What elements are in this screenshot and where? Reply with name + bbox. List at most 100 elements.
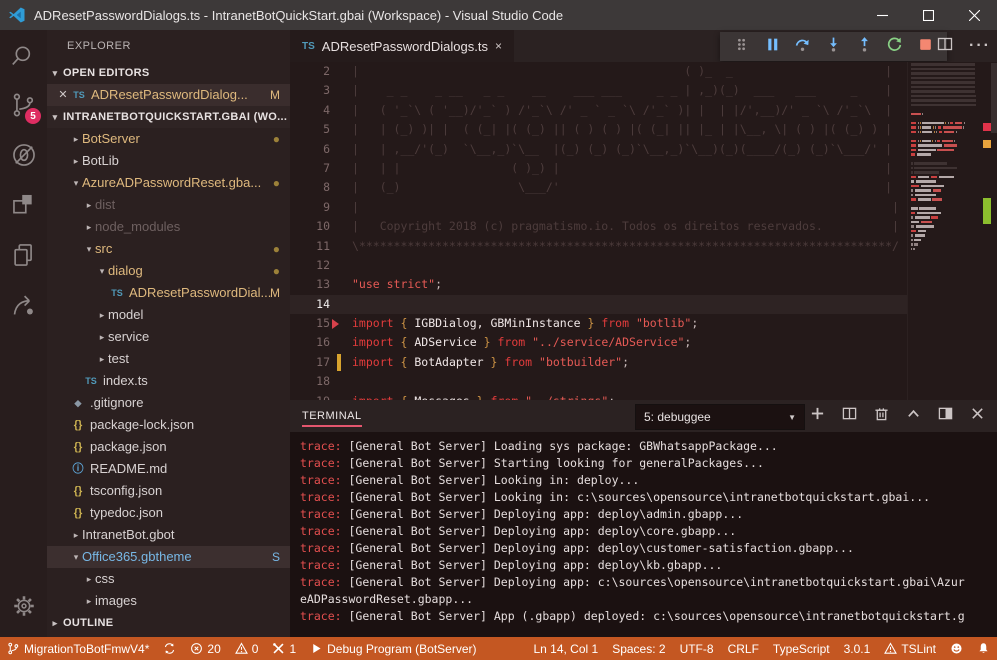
tree-folder-dist[interactable]: ▸dist bbox=[47, 194, 290, 216]
tree-folder-node-modules[interactable]: ▸node_modules bbox=[47, 216, 290, 238]
kill-terminal-icon[interactable] bbox=[874, 406, 889, 426]
typescript-file-icon: TS bbox=[71, 84, 87, 106]
toggle-panel-icon[interactable] bbox=[938, 406, 953, 426]
tree-file-package-lock-json[interactable]: {}package-lock.json bbox=[47, 414, 290, 436]
status-branch[interactable]: MigrationToBotFmwV4* bbox=[0, 637, 156, 660]
tree-folder-botlib[interactable]: ▸BotLib bbox=[47, 150, 290, 172]
tree-file-typedoc-json[interactable]: {}typedoc.json bbox=[47, 502, 290, 524]
grip-icon[interactable] bbox=[733, 36, 750, 58]
step-out-icon[interactable] bbox=[856, 36, 873, 58]
code-line[interactable]: 17import { BotAdapter } from "botbuilder… bbox=[290, 353, 997, 372]
code-line[interactable]: 4| ( '_`\ ( '__)/'_` ) /'_`\ /' _ ` _ `\… bbox=[290, 101, 997, 120]
close-button[interactable] bbox=[951, 0, 997, 30]
code-line[interactable]: 16import { ADService } from "../service/… bbox=[290, 333, 997, 352]
split-terminal-icon[interactable] bbox=[842, 406, 857, 426]
tab-terminal[interactable]: TERMINAL bbox=[302, 400, 362, 432]
pause-icon[interactable] bbox=[764, 36, 781, 58]
tree-folder-intranetbot-gbot[interactable]: ▸IntranetBot.gbot bbox=[47, 524, 290, 546]
status-warning[interactable]: TSLint bbox=[877, 637, 943, 660]
status-error[interactable]: 20 bbox=[183, 637, 227, 660]
tree-folder-images[interactable]: ▸images bbox=[47, 590, 290, 612]
tree-folder-src[interactable]: ▾src● bbox=[47, 238, 290, 260]
restart-icon[interactable] bbox=[886, 36, 903, 58]
code-line[interactable]: 5| | (_) )| | ( (_| |( (_) || ( ) ( ) |(… bbox=[290, 120, 997, 139]
status-3-0-1[interactable]: 3.0.1 bbox=[837, 637, 878, 660]
code-line[interactable]: 19import { Messages } from "../strings"; bbox=[290, 392, 997, 400]
line-number: 8 bbox=[290, 178, 330, 197]
search-icon[interactable] bbox=[0, 30, 47, 80]
status-item-label: Spaces: 2 bbox=[612, 642, 665, 656]
status-play[interactable]: Debug Program (BotServer) bbox=[303, 637, 483, 660]
tree-folder-css[interactable]: ▸css bbox=[47, 568, 290, 590]
code-line[interactable]: 12 bbox=[290, 256, 997, 275]
step-into-icon[interactable] bbox=[825, 36, 842, 58]
maximize-panel-icon[interactable] bbox=[906, 406, 921, 426]
status-crlf[interactable]: CRLF bbox=[721, 637, 766, 660]
typescript-file-icon: TS bbox=[109, 282, 125, 304]
code-line[interactable]: 13"use strict"; bbox=[290, 275, 997, 294]
terminal-selector-dropdown[interactable]: 5: debuggee▼ bbox=[635, 404, 805, 430]
code-line[interactable]: 2| ( )_ _ | bbox=[290, 62, 997, 81]
tree-file-package-json[interactable]: {}package.json bbox=[47, 436, 290, 458]
code-line[interactable]: 11\*************************************… bbox=[290, 237, 997, 256]
status-bell[interactable] bbox=[970, 637, 997, 660]
tree-folder-botserver[interactable]: ▸BotServer● bbox=[47, 128, 290, 150]
settings-gear-icon[interactable] bbox=[0, 581, 47, 631]
tab-adresetpassworddialogs[interactable]: TS ADResetPasswordDialogs.ts × bbox=[290, 30, 514, 62]
terminal-output[interactable]: trace: [General Bot Server] Loading sys … bbox=[300, 438, 993, 637]
code-line[interactable]: 18 bbox=[290, 372, 997, 391]
minimize-button[interactable] bbox=[859, 0, 905, 30]
files-icon[interactable] bbox=[0, 230, 47, 280]
tree-folder-test[interactable]: ▸test bbox=[47, 348, 290, 370]
extensions-icon[interactable] bbox=[0, 180, 47, 230]
tree-item-label: images bbox=[95, 590, 137, 612]
tree-folder-azureadpasswordreset-gba-[interactable]: ▾AzureADPasswordReset.gba...● bbox=[47, 172, 290, 194]
tree-file-index-ts[interactable]: TSindex.ts bbox=[47, 370, 290, 392]
status-item-label: Ln 14, Col 1 bbox=[533, 642, 598, 656]
maximize-button[interactable] bbox=[905, 0, 951, 30]
split-editor-icon[interactable] bbox=[937, 36, 953, 57]
more-actions-icon[interactable]: ··· bbox=[969, 37, 991, 55]
tree-file-tsconfig-json[interactable]: {}tsconfig.json bbox=[47, 480, 290, 502]
editor-scrollbar[interactable] bbox=[991, 63, 997, 133]
stop-icon[interactable] bbox=[917, 36, 934, 58]
current-code-line[interactable]: 14 bbox=[290, 295, 997, 314]
status-typescript[interactable]: TypeScript bbox=[766, 637, 837, 660]
close-tab-icon[interactable]: × bbox=[495, 39, 502, 53]
debug-icon[interactable] bbox=[0, 130, 47, 180]
open-editors-header[interactable]: ▾OPEN EDITORS bbox=[47, 62, 290, 84]
status-tools[interactable]: 1 bbox=[265, 637, 303, 660]
tree-folder-office365-gbtheme[interactable]: ▾Office365.gbthemeS bbox=[47, 546, 290, 568]
minimap[interactable] bbox=[907, 62, 980, 400]
status-ln-14-col-1[interactable]: Ln 14, Col 1 bbox=[526, 637, 605, 660]
code-line[interactable]: 8| (_) \___/' | bbox=[290, 178, 997, 197]
workspace-header[interactable]: ▾INTRANETBOTQUICKSTART.GBAI (WO... bbox=[47, 106, 290, 128]
tree-file-readme-md[interactable]: ⓘREADME.md bbox=[47, 458, 290, 480]
tree-file--gitignore[interactable]: ◆.gitignore bbox=[47, 392, 290, 414]
new-terminal-icon[interactable] bbox=[810, 406, 825, 426]
close-panel-icon[interactable] bbox=[970, 406, 985, 426]
open-editor-item[interactable]: ✕ TS ADResetPasswordDialog... M bbox=[47, 84, 290, 106]
status-smiley[interactable] bbox=[943, 637, 970, 660]
tree-file-adresetpassworddial-[interactable]: TSADResetPasswordDial...M bbox=[47, 282, 290, 304]
tree-folder-service[interactable]: ▸service bbox=[47, 326, 290, 348]
step-over-icon[interactable] bbox=[794, 36, 811, 58]
status-utf-8[interactable]: UTF-8 bbox=[673, 637, 721, 660]
code-line[interactable]: 7| | | ( )_) | | bbox=[290, 159, 997, 178]
tree-folder-model[interactable]: ▸model bbox=[47, 304, 290, 326]
outline-header[interactable]: ▸OUTLINE bbox=[47, 612, 290, 634]
code-line[interactable]: 10| Copyright 2018 (c) pragmatismo.io. T… bbox=[290, 217, 997, 236]
code-editor[interactable]: 2| ( )_ _ |3| _ _ _ __ _ _ __ ___ ___ _ … bbox=[290, 62, 997, 400]
status-warning[interactable]: 0 bbox=[228, 637, 266, 660]
code-line[interactable]: 9| | bbox=[290, 198, 997, 217]
warning-icon bbox=[235, 642, 248, 655]
code-line[interactable]: 6| | ,__/'(_) `\__,_)`\__ |(_) (_) (_)`\… bbox=[290, 140, 997, 159]
status-sync[interactable] bbox=[156, 637, 183, 660]
share-icon[interactable] bbox=[0, 280, 47, 330]
tree-folder-dialog[interactable]: ▾dialog● bbox=[47, 260, 290, 282]
code-line[interactable]: 15import { IGBDialog, GBMinInstance } fr… bbox=[290, 314, 997, 333]
status-spaces-2[interactable]: Spaces: 2 bbox=[605, 637, 672, 660]
code-line[interactable]: 3| _ _ _ __ _ _ __ ___ ___ _ _ | ,_)(_) … bbox=[290, 81, 997, 100]
close-icon[interactable]: ✕ bbox=[55, 84, 71, 106]
source-control-icon[interactable]: 5 bbox=[0, 80, 47, 130]
